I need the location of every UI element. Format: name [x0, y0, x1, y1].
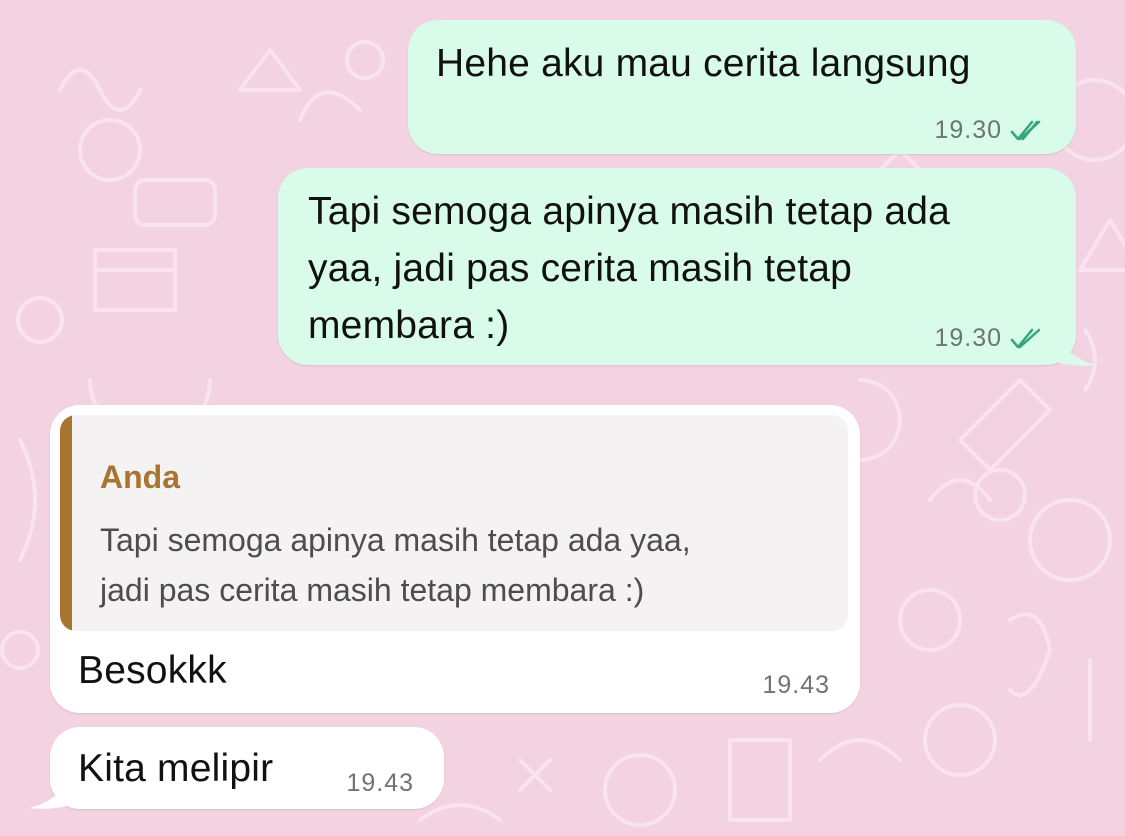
quote-author: Anda: [100, 459, 180, 495]
message-meta: 19.43: [762, 671, 830, 700]
message-bubble-outgoing[interactable]: Tapi semoga apinya masih tetap ada yaa, …: [278, 168, 1076, 365]
message-bubble-incoming[interactable]: Anda Tapi semoga apinya masih tetap ada …: [50, 405, 860, 713]
message-text-line: membara :): [308, 304, 510, 347]
message-time: 19.43: [762, 671, 830, 699]
read-double-check-icon: [1010, 328, 1041, 348]
message-time: 19.30: [934, 324, 1002, 352]
quote-accent-bar: [60, 415, 72, 631]
bubble-tail-outgoing: [1050, 325, 1096, 366]
message-bubble-incoming[interactable]: Kita melipir 19.43: [50, 727, 444, 809]
message-text-line: yaa, jadi pas cerita masih tetap: [308, 247, 853, 290]
message-text: Hehe aku mau cerita langsung: [436, 42, 971, 85]
quoted-reply[interactable]: Anda Tapi semoga apinya masih tetap ada …: [60, 415, 848, 631]
message-meta: 19.30: [934, 324, 1046, 353]
message-time: 19.43: [346, 769, 414, 797]
read-double-check-icon: [1010, 120, 1041, 140]
message-text: Besokkk: [78, 649, 227, 692]
message-text-line: Tapi semoga apinya masih tetap ada: [308, 190, 951, 233]
bubble-tail-incoming: [30, 768, 76, 809]
message-meta: 19.43: [346, 769, 414, 798]
quote-text-line: Tapi semoga apinya masih tetap ada yaa,: [100, 522, 691, 558]
message-meta: 19.30: [934, 116, 1046, 145]
quote-text-line: jadi pas cerita masih tetap membara :): [100, 572, 645, 608]
message-time: 19.30: [934, 116, 1002, 144]
message-text: Kita melipir: [78, 747, 274, 790]
message-bubble-outgoing[interactable]: Hehe aku mau cerita langsung 19.30: [408, 20, 1076, 154]
